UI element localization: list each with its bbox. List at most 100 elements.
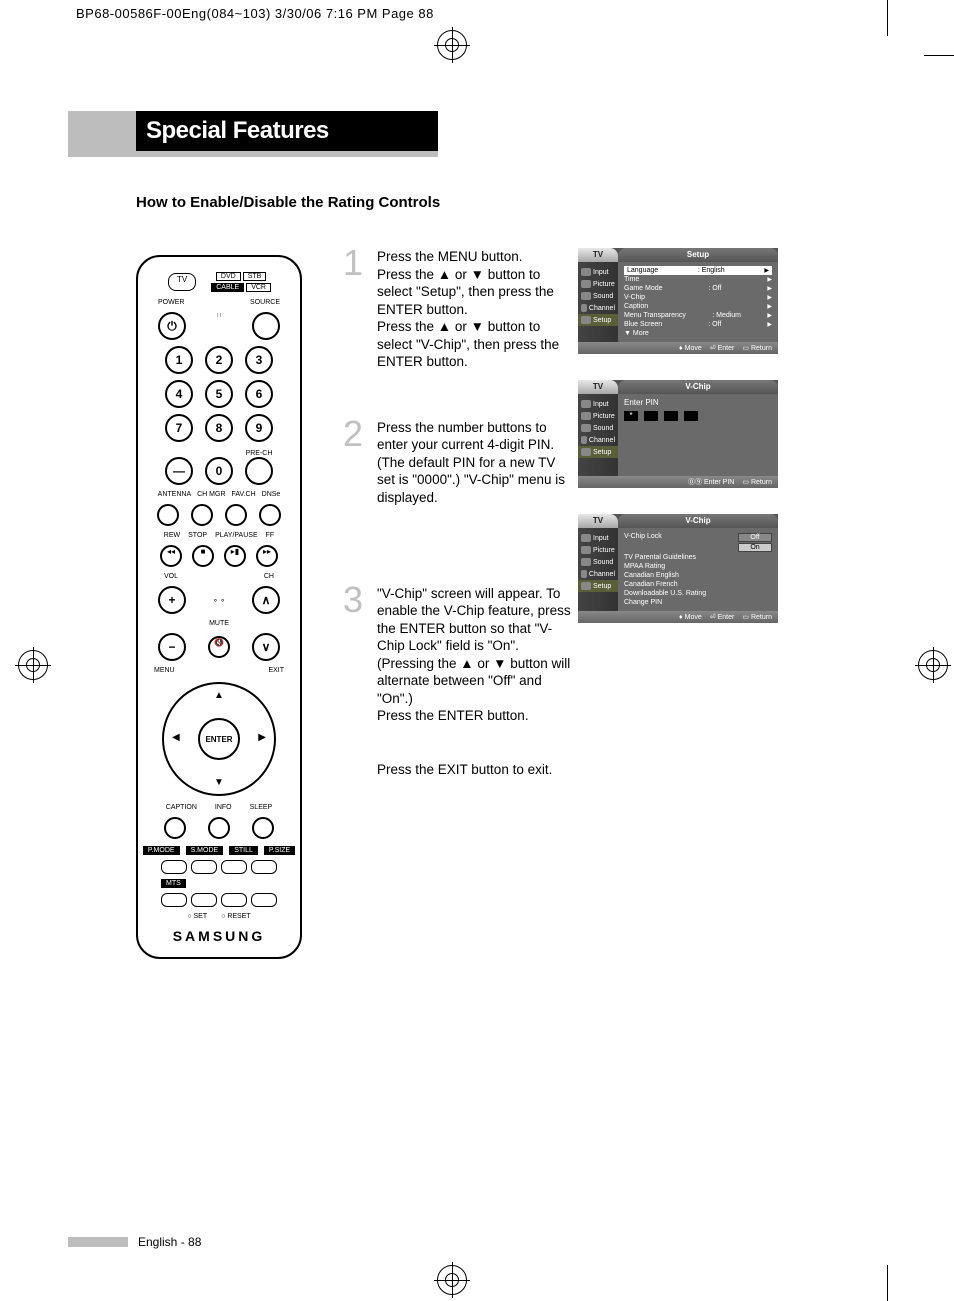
remote-set-label: SET — [194, 913, 208, 920]
osd-row: Caption▶ — [624, 302, 772, 311]
osd-sidebar: Input Picture Sound Channel Setup — [578, 528, 618, 611]
exit-note: Press the EXIT button to exit. — [343, 761, 575, 779]
osd-row: TV Parental Guidelines — [624, 553, 772, 562]
option-on: On — [738, 543, 772, 552]
picture-icon — [581, 546, 591, 554]
footer-decoration — [68, 1237, 128, 1247]
osd-title: V-Chip — [618, 380, 778, 394]
remote-prech-button — [245, 457, 273, 485]
enter-icon: ⏎ — [710, 344, 716, 352]
trim-mark-icon — [924, 55, 954, 56]
osd-side-sound: Sound — [578, 422, 618, 434]
section-title-underline — [68, 151, 438, 157]
remote-key-7: 7 — [165, 414, 193, 442]
stop-icon: ■ — [192, 545, 214, 567]
remote-smode-label: S.MODE — [186, 846, 224, 855]
osd-title: V-Chip — [618, 514, 778, 528]
up-arrow-icon: ▲ — [214, 690, 224, 701]
osd-screenshots: TV Setup Input Picture Sound Channel Setu… — [578, 248, 778, 649]
section-title-bar: Special Features — [68, 111, 438, 151]
osd-row: Language: English▶ — [624, 266, 772, 275]
mute-icon: 🔇 — [208, 636, 230, 658]
remote-sleep-label: SLEEP — [250, 804, 273, 811]
remote-tv-button: TV — [168, 273, 196, 291]
remote-key-5: 5 — [205, 380, 233, 408]
remote-rew-label: REW — [164, 532, 180, 539]
sound-icon — [581, 558, 591, 566]
channel-down-icon: ∨ — [252, 633, 280, 661]
remote-cable-label: CABLE — [211, 283, 244, 292]
remote-favch-button — [225, 504, 247, 526]
osd-row: Canadian French — [624, 580, 772, 589]
remote-dnse-label: DNSe — [262, 491, 281, 498]
osd-vchip-menu: TVV-Chip Input Picture Sound Channel Set… — [578, 514, 778, 623]
step-text: Press the MENU button. Press the ▲ or ▼ … — [377, 248, 575, 371]
osd-row: Downloadable U.S. Rating — [624, 589, 772, 598]
remote-power-label: POWER — [158, 299, 184, 306]
enter-icon: ⏎ — [710, 613, 716, 621]
pin-digit — [664, 411, 678, 421]
osd-footer: ♦Move ⏎Enter ▭Return — [578, 342, 778, 354]
enter-pin-label: Enter PIN — [624, 398, 772, 407]
osd-row: Menu Transparency: Medium▶ — [624, 311, 772, 320]
remote-vcr-label: VCR — [246, 283, 271, 292]
remote-chmgr-button — [191, 504, 213, 526]
remote-chmgr-label: CH MGR — [197, 491, 225, 498]
return-icon: ▭ — [742, 344, 749, 352]
return-icon: ▭ — [742, 613, 749, 621]
step-text: "V-Chip" screen will appear. To enable t… — [377, 585, 575, 725]
step-3: 3 "V-Chip" screen will appear. To enable… — [343, 585, 575, 725]
step-number: 1 — [343, 240, 363, 287]
osd-side-picture: Picture — [578, 410, 618, 422]
step-number: 3 — [343, 577, 363, 624]
pin-digit — [644, 411, 658, 421]
picture-icon — [581, 280, 591, 288]
subsection-heading: How to Enable/Disable the Rating Control… — [136, 194, 440, 211]
section-title: Special Features — [136, 111, 438, 151]
osd-content: V-Chip Lock Off On TV Parental Guideline… — [618, 528, 778, 611]
remote-favch-label: FAV.CH — [232, 491, 256, 498]
remote-psize-label: P.SIZE — [264, 846, 295, 855]
osd-side-channel: Channel — [578, 434, 618, 446]
osd-side-sound: Sound — [578, 290, 618, 302]
trim-mark-icon — [887, 1265, 888, 1301]
channel-icon — [581, 436, 587, 444]
osd-side-input: Input — [578, 532, 618, 544]
osd-side-setup: Setup — [578, 580, 618, 592]
remote-dvd-label: DVD — [216, 272, 241, 281]
remote-key-4: 4 — [165, 380, 193, 408]
updown-icon: ♦ — [679, 614, 683, 621]
right-arrow-icon: ▶ — [258, 732, 266, 743]
input-icon — [581, 400, 591, 408]
osd-tab-tv: TV — [578, 248, 618, 262]
pin-digit — [684, 411, 698, 421]
remote-source-button — [252, 312, 280, 340]
osd-content: Language: English▶ Time▶ Game Mode: Off▶… — [618, 262, 778, 342]
remote-info-label: INFO — [215, 804, 232, 811]
remote-key-dash: — — [165, 457, 193, 485]
remote-key-1: 1 — [165, 346, 193, 374]
remote-control-diagram: TV DVDSTB CABLEVCR POWERSOURCE ⏻∷ 123 45… — [136, 255, 302, 959]
registration-mark-top-icon — [437, 30, 467, 60]
osd-sidebar: Input Picture Sound Channel Setup — [578, 262, 618, 342]
remote-key-8: 8 — [205, 414, 233, 442]
volume-down-icon: − — [158, 633, 186, 661]
remote-mute-label: MUTE — [209, 620, 229, 627]
remote-stb-label: STB — [243, 272, 267, 281]
remote-key-3: 3 — [245, 346, 273, 374]
numeric-icon: ⓪⑨ — [688, 477, 702, 487]
remote-ff-label: FF — [266, 532, 275, 539]
pin-entry: * — [624, 411, 772, 421]
osd-setup: TV Setup Input Picture Sound Channel Setu… — [578, 248, 778, 354]
sound-icon — [581, 424, 591, 432]
remote-still-label: STILL — [229, 846, 258, 855]
left-arrow-icon: ◀ — [172, 732, 180, 743]
osd-side-channel: Channel — [578, 568, 618, 580]
remote-playpause-label: PLAY/PAUSE — [215, 532, 258, 539]
sound-icon — [581, 292, 591, 300]
setup-icon — [581, 316, 591, 324]
osd-side-input: Input — [578, 266, 618, 278]
input-icon — [581, 534, 591, 542]
osd-side-setup: Setup — [578, 314, 618, 326]
down-arrow-icon: ▼ — [214, 777, 224, 788]
